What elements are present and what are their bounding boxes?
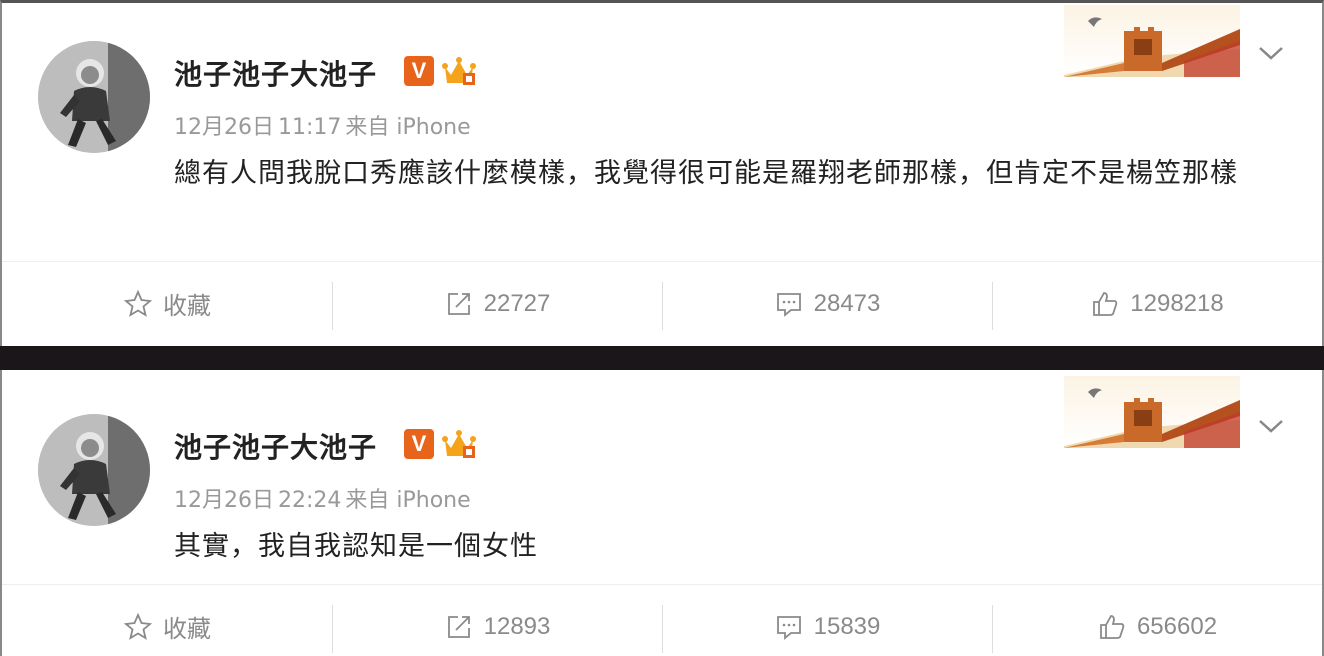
verified-v-icon[interactable]: V — [404, 56, 434, 86]
post-content: 總有人問我脫口秀應該什麼模樣，我覺得很可能是羅翔老師那樣，但肯定不是楊笠那樣 — [174, 158, 1238, 189]
action-bar: 收藏 12893 15839 656602 — [2, 584, 1322, 656]
thumbs-up-icon — [1100, 614, 1125, 639]
great-wall-banner — [1064, 5, 1240, 77]
crown-membership-icon[interactable] — [442, 55, 476, 87]
like-button[interactable]: 656602 — [992, 585, 1322, 656]
like-button[interactable]: 1298218 — [992, 262, 1322, 345]
comment-count: 28473 — [813, 289, 881, 317]
post-source: 来自 iPhone — [345, 115, 471, 140]
favorite-label: 收藏 — [163, 293, 211, 320]
comment-icon — [776, 292, 801, 317]
username[interactable]: 池子池子大池子 — [174, 53, 377, 93]
repost-icon — [447, 292, 470, 315]
post-date: 12月26日 — [174, 488, 274, 513]
post-content: 其實，我自我認知是一個女性 — [174, 531, 538, 562]
post-time: 22:24 — [278, 488, 342, 513]
action-bar: 收藏 22727 28473 1298218 — [2, 261, 1322, 345]
great-wall-banner — [1064, 376, 1240, 448]
post-source: 来自 iPhone — [345, 488, 471, 513]
post-date: 12月26日 — [174, 115, 274, 140]
repost-count: 12893 — [483, 612, 551, 640]
avatar[interactable] — [38, 414, 150, 526]
post-meta: 12月26日 11:17 来自 iPhone — [174, 109, 475, 141]
repost-button[interactable]: 22727 — [332, 262, 662, 345]
comment-icon — [776, 615, 801, 640]
post-time: 11:17 — [278, 115, 342, 140]
badges: V — [404, 55, 476, 87]
avatar[interactable] — [38, 41, 150, 153]
post-separator — [0, 346, 1324, 370]
verified-v-icon[interactable]: V — [404, 429, 434, 459]
chevron-down-icon[interactable] — [1256, 416, 1286, 436]
repost-button[interactable]: 12893 — [332, 585, 662, 656]
username[interactable]: 池子池子大池子 — [174, 426, 377, 466]
chevron-down-icon[interactable] — [1256, 43, 1286, 63]
weibo-post-1: 池子池子大池子 V 12月26日 11:17 来自 iPhone 總有人問我脫口秀應… — [0, 0, 1324, 346]
comment-count: 15839 — [813, 612, 881, 640]
thumbs-up-icon — [1093, 291, 1118, 316]
crown-membership-icon[interactable] — [442, 428, 476, 460]
favorite-button[interactable]: 收藏 — [2, 262, 332, 345]
like-count: 656602 — [1136, 612, 1218, 640]
favorite-button[interactable]: 收藏 — [2, 585, 332, 656]
comment-button[interactable]: 28473 — [662, 262, 992, 345]
comment-button[interactable]: 15839 — [662, 585, 992, 656]
star-icon — [123, 289, 153, 317]
like-count: 1298218 — [1130, 289, 1224, 317]
weibo-post-2: 池子池子大池子 V 12月26日 22:24 来自 iPhone 其實，我自我認知是… — [0, 370, 1324, 656]
favorite-label: 收藏 — [163, 616, 211, 643]
repost-count: 22727 — [483, 289, 551, 317]
repost-icon — [447, 615, 470, 638]
badges: V — [404, 428, 476, 460]
star-icon — [123, 612, 153, 640]
post-meta: 12月26日 22:24 来自 iPhone — [174, 482, 475, 514]
